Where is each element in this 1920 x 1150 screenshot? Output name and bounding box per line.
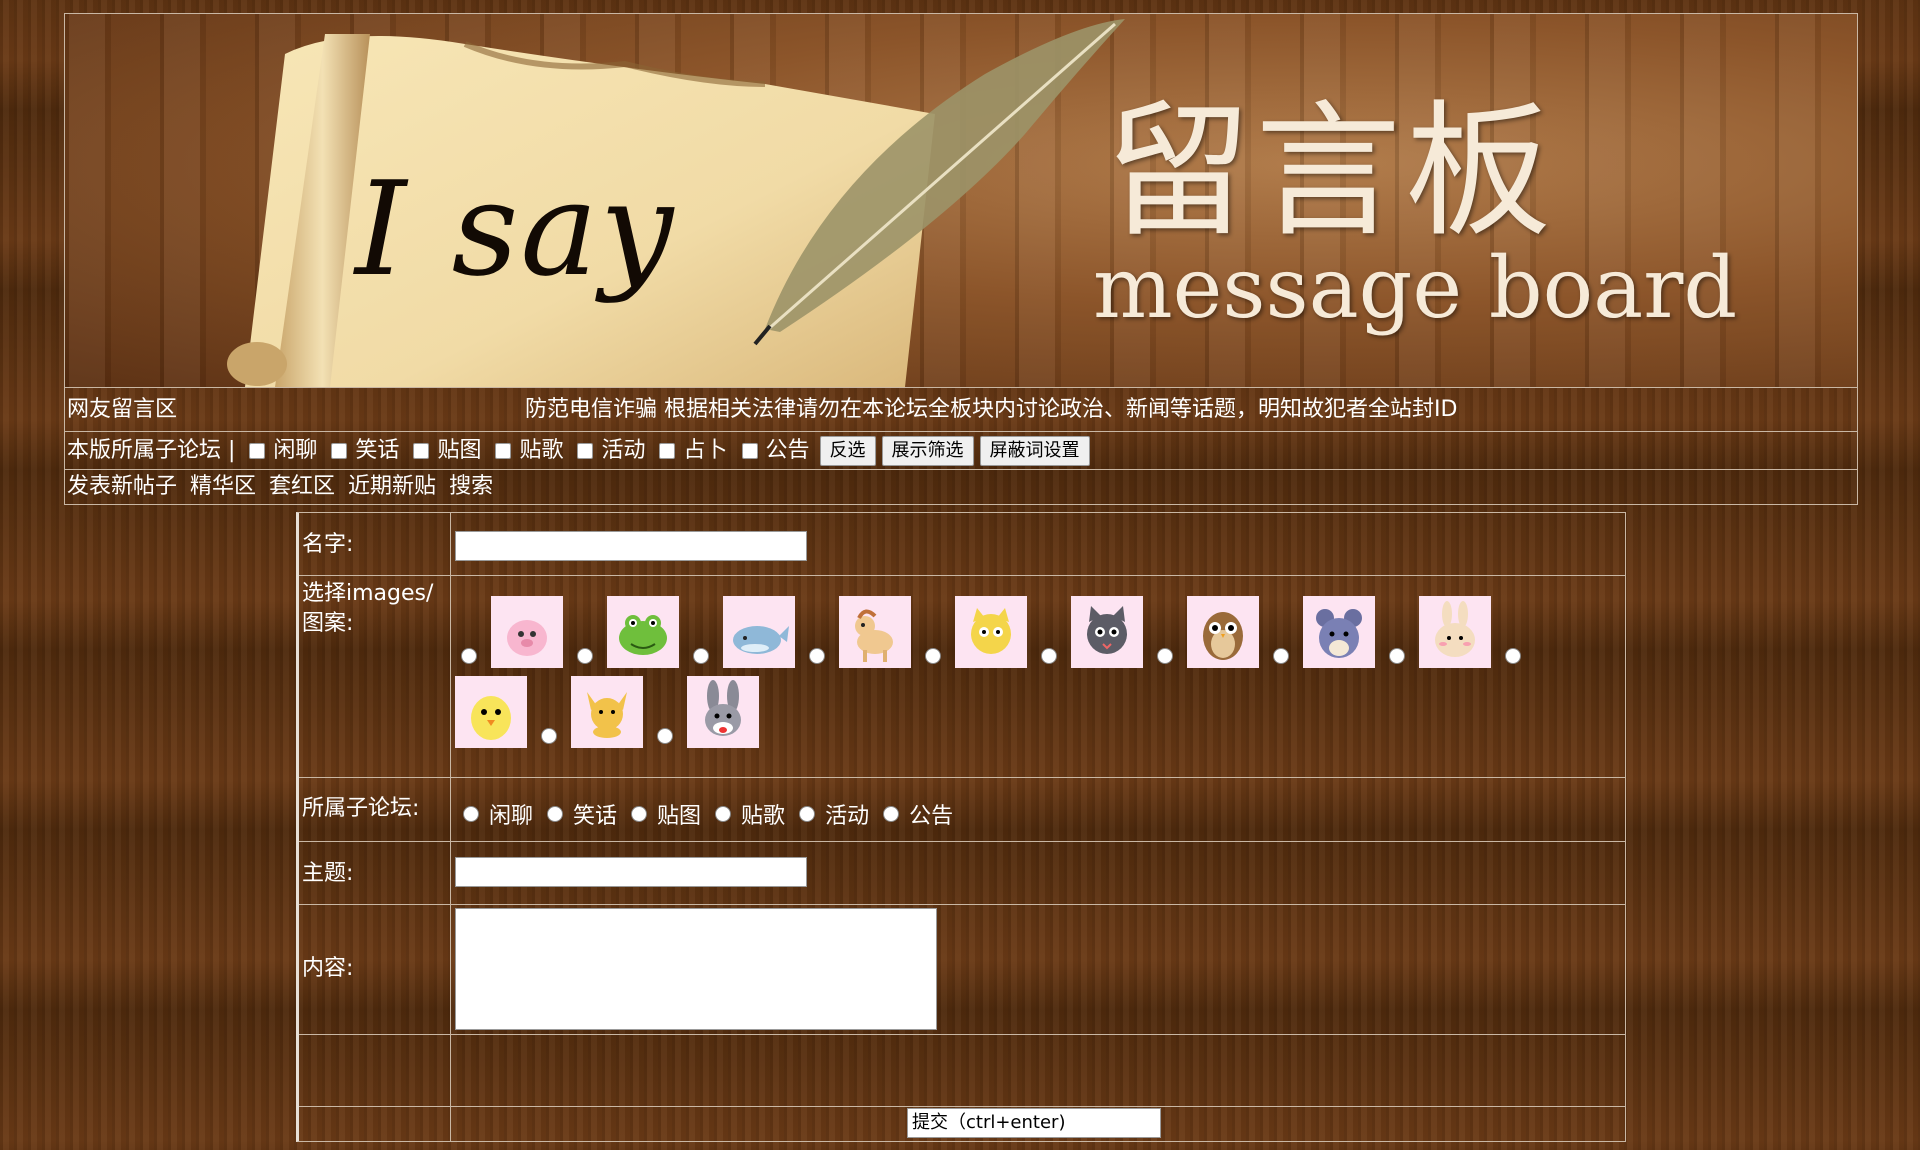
forum-option-label: 活动 [825, 804, 870, 829]
filter-option-label: 活动 [601, 438, 646, 463]
avatar-radio[interactable] [1157, 648, 1173, 664]
subject-row: 主题: [299, 842, 1625, 905]
filter-option-label: 公告 [765, 438, 810, 463]
name-input[interactable] [455, 531, 807, 561]
filter-checkbox-divination[interactable] [659, 443, 676, 459]
filter-checkbox-jokes[interactable] [331, 443, 348, 459]
forum-label: 所属子论坛: [299, 778, 451, 841]
filter-option-label: 贴歌 [519, 438, 564, 463]
blank-label-cell [299, 1035, 451, 1106]
images-label: 选择images/图案: [299, 576, 451, 777]
subject-label: 主题: [299, 842, 451, 904]
forum-radio-group: 闲聊 笑话 贴图 贴歌 活动 公告 [457, 798, 961, 830]
header-panel: I say 留言板 message board 网友留言区 防范电信诈骗 根据相… [64, 13, 1858, 505]
forum-radio-events[interactable] [799, 806, 816, 822]
cat-grey-avatar-icon[interactable] [1071, 596, 1143, 668]
pony-avatar-icon[interactable] [839, 596, 911, 668]
avatar-radio[interactable] [1273, 648, 1289, 664]
filter-option-label: 笑话 [355, 438, 400, 463]
nav-bar: 发表新帖子 精华区 套红区 近期新贴 搜索 [65, 470, 1857, 504]
fox-avatar-icon[interactable] [571, 676, 643, 748]
filter-option-label: 占卜 [683, 438, 728, 463]
filter-checkbox-songs[interactable] [495, 443, 512, 459]
content-textarea[interactable] [455, 908, 937, 1030]
forum-select-row: 所属子论坛: 闲聊 笑话 贴图 贴歌 活动 公告 [299, 778, 1625, 842]
content-row: 内容: [299, 905, 1625, 1035]
whale-avatar-icon[interactable] [723, 596, 795, 668]
header-row: 网友留言区 防范电信诈骗 根据相关法律请勿在本论坛全板块内讨论政治、新闻等话题，… [65, 388, 1857, 432]
mouse-avatar-icon[interactable] [1303, 596, 1375, 668]
avatar-radio[interactable] [1041, 648, 1057, 664]
filter-label: 本版所属子论坛 | [67, 438, 236, 463]
forum-radio-songs[interactable] [715, 806, 732, 822]
banner-script-text: I say [355, 153, 676, 305]
nav-link-recent[interactable]: 近期新贴 [348, 474, 436, 499]
forum-option-label: 闲聊 [489, 804, 534, 829]
submit-row: 提交（ctrl+enter) [299, 1107, 1625, 1141]
bunny-grey-avatar-icon[interactable] [687, 676, 759, 748]
name-row: 名字: [299, 513, 1625, 576]
cat-yellow-avatar-icon[interactable] [955, 596, 1027, 668]
avatar-radio[interactable] [1505, 648, 1521, 664]
pig-avatar-icon[interactable] [491, 596, 563, 668]
block-words-button[interactable]: 屏蔽词设置 [979, 436, 1090, 466]
avatar-radio[interactable] [657, 728, 673, 744]
notice-text: 防范电信诈骗 根据相关法律请勿在本论坛全板块内讨论政治、新闻等话题，明知故犯者全… [525, 397, 1458, 422]
section-title: 网友留言区 [67, 397, 178, 422]
avatar-radio[interactable] [461, 648, 477, 664]
forum-radio-jokes[interactable] [547, 806, 564, 822]
owl-avatar-icon[interactable] [1187, 596, 1259, 668]
avatar-radio[interactable] [1389, 648, 1405, 664]
blank-row [299, 1035, 1625, 1107]
forum-option-label: 贴歌 [741, 804, 786, 829]
chick-avatar-icon[interactable] [455, 676, 527, 748]
forum-option-label: 公告 [909, 804, 954, 829]
nav-link-search[interactable]: 搜索 [449, 474, 493, 499]
avatar-radio[interactable] [809, 648, 825, 664]
banner-title-en: message board [1093, 239, 1738, 337]
nav-link-new-post[interactable]: 发表新帖子 [67, 474, 177, 499]
avatar-line-2 [455, 676, 759, 748]
avatar-radio[interactable] [541, 728, 557, 744]
name-label: 名字: [299, 513, 451, 575]
banner-title-cn: 留言板 [1105, 87, 1555, 257]
filter-option-label: 贴图 [437, 438, 482, 463]
nav-link-highlight[interactable]: 套红区 [269, 474, 335, 499]
rabbit-avatar-icon[interactable] [1419, 596, 1491, 668]
forum-radio-announcements[interactable] [883, 806, 900, 822]
filter-checkbox-events[interactable] [577, 443, 594, 459]
frog-avatar-icon[interactable] [607, 596, 679, 668]
show-filter-button[interactable]: 展示筛选 [881, 436, 974, 466]
forum-option-label: 贴图 [657, 804, 702, 829]
filter-checkbox-images[interactable] [413, 443, 430, 459]
forum-radio-chat[interactable] [463, 806, 479, 822]
filter-bar: 本版所属子论坛 | 闲聊 笑话 贴图 贴歌 活动 占卜 公告 反选 展示筛选 屏… [65, 432, 1857, 470]
filter-checkbox-announcements[interactable] [741, 443, 758, 459]
avatar-radio[interactable] [693, 648, 709, 664]
avatar-radio[interactable] [577, 648, 593, 664]
banner: I say 留言板 message board [65, 14, 1857, 388]
filter-option-label: 闲聊 [273, 438, 318, 463]
nav-link-essence[interactable]: 精华区 [190, 474, 256, 499]
avatar-line-1 [455, 596, 1535, 668]
avatar-radio[interactable] [925, 648, 941, 664]
subject-input[interactable] [455, 857, 807, 887]
submit-button[interactable]: 提交（ctrl+enter) [907, 1108, 1161, 1138]
filter-checkbox-chat[interactable] [249, 443, 266, 459]
post-form: 名字: 选择images/图案: 所属子论坛: 闲聊 笑话 贴图 贴歌 活动 公… [296, 512, 1626, 1142]
forum-radio-images[interactable] [631, 806, 648, 822]
image-select-row: 选择images/图案: [299, 576, 1625, 778]
forum-option-label: 笑话 [573, 804, 618, 829]
content-label: 内容: [299, 905, 451, 1034]
invert-selection-button[interactable]: 反选 [819, 436, 876, 466]
submit-label-cell [299, 1107, 451, 1141]
